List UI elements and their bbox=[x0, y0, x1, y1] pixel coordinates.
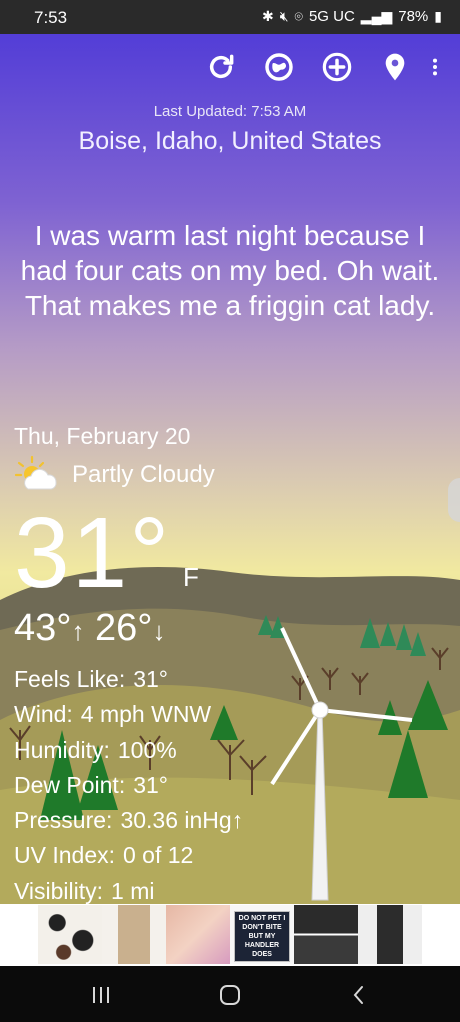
detail-value: 31° bbox=[133, 771, 168, 798]
location-pin-icon bbox=[385, 53, 405, 81]
more-options-button[interactable] bbox=[424, 46, 446, 88]
condition-row: Partly Cloudy bbox=[14, 455, 215, 495]
weather-details: Feels Like: 31° Wind: 4 mph WNW Humidity: 1… bbox=[14, 662, 243, 909]
last-updated: Last Updated: 7:53 AM bbox=[153, 103, 307, 120]
side-panel-handle[interactable] bbox=[448, 478, 460, 522]
battery-label: 78% bbox=[398, 8, 429, 25]
recents-icon[interactable] bbox=[90, 984, 112, 1006]
detail-value: 31° bbox=[133, 666, 168, 692]
ad-image-tool[interactable] bbox=[166, 905, 230, 964]
detail-label: UV Index: bbox=[14, 842, 115, 869]
weather-screen: 7:53 ✱ 🔇︎ ⌾ 5G UC ▂▄▆ 78% ▮ Last Updated… bbox=[0, 0, 460, 1022]
high-temp: 43° bbox=[14, 607, 72, 649]
bluetooth-icon: ✱ bbox=[261, 8, 274, 24]
weather-quote: I was warm last night because I had four… bbox=[20, 220, 440, 321]
refresh-icon bbox=[209, 54, 234, 79]
navigation-bar bbox=[0, 966, 460, 1022]
back-icon[interactable] bbox=[350, 984, 368, 1006]
status-bar: 7:53 ✱ 🔇︎ ⌾ 5G UC ▂▄▆ 78% ▮ bbox=[0, 0, 460, 34]
toolbar bbox=[192, 46, 446, 88]
ad-image-cow-print[interactable] bbox=[38, 905, 102, 964]
detail-value: 0 of 12 bbox=[123, 842, 194, 869]
home-icon[interactable] bbox=[218, 984, 242, 1006]
add-location-button[interactable] bbox=[308, 46, 366, 88]
detail-label: Visibility: bbox=[14, 877, 104, 904]
detail-humidity: Humidity: 100% bbox=[14, 733, 243, 768]
ad-banner[interactable]: DO NOT PET I DON'T BITE BUT MY HANDLER D… bbox=[38, 905, 422, 964]
detail-value: 100% bbox=[117, 736, 177, 763]
ad-patch-text: DO NOT PET I DON'T BITE BUT MY HANDLER D… bbox=[234, 911, 290, 962]
detail-label: Dew Point: bbox=[14, 771, 126, 798]
detail-label: Wind: bbox=[14, 701, 73, 728]
ad-image-patch[interactable]: DO NOT PET I DON'T BITE BUT MY HANDLER D… bbox=[230, 905, 294, 964]
detail-value: 4 mph WNW bbox=[80, 701, 212, 728]
more-icon bbox=[432, 58, 438, 76]
radar-icon bbox=[265, 53, 293, 81]
location-name[interactable]: Boise, Idaho, United States bbox=[0, 127, 460, 156]
temperature-unit[interactable]: F bbox=[183, 562, 199, 593]
detail-value: 30.36 inHg↑ bbox=[120, 807, 244, 834]
network-label: 5G UC bbox=[308, 8, 355, 25]
mute-icon: 🔇︎ bbox=[279, 8, 289, 24]
detail-label: Pressure: bbox=[14, 807, 113, 834]
detail-uv-index: UV Index: 0 of 12 bbox=[14, 838, 243, 873]
refresh-button[interactable] bbox=[192, 46, 250, 88]
status-icons: ✱ 🔇︎ ⌾ 5G UC ▂▄▆ 78% ▮ bbox=[262, 8, 442, 25]
detail-label: Humidity: bbox=[14, 736, 110, 763]
partly-cloudy-icon bbox=[14, 455, 57, 490]
status-time: 7:53 bbox=[34, 8, 68, 27]
detail-dew-point: Dew Point: 31° bbox=[14, 768, 243, 803]
high-arrow-icon: ↑ bbox=[71, 616, 85, 646]
detail-value: 1 mi bbox=[111, 877, 155, 904]
low-temp: 26° bbox=[95, 607, 153, 649]
detail-feels-like: Feels Like: 31° bbox=[14, 662, 243, 697]
detail-label: Feels Like: bbox=[14, 666, 126, 692]
low-arrow-icon: ↓ bbox=[152, 616, 166, 646]
high-low-temps: 43°↑ 26°↓ bbox=[14, 606, 166, 653]
signal-icon: ▂▄▆ bbox=[360, 8, 393, 24]
ad-image-coat[interactable] bbox=[102, 905, 166, 964]
current-date: Thu, February 20 bbox=[14, 423, 191, 449]
location-pin-button[interactable] bbox=[366, 46, 424, 88]
add-location-icon bbox=[322, 52, 352, 82]
battery-icon: ▮ bbox=[434, 8, 442, 24]
radar-button[interactable] bbox=[250, 46, 308, 88]
ad-image-dress[interactable] bbox=[358, 905, 422, 964]
condition-text: Partly Cloudy bbox=[72, 461, 215, 488]
detail-pressure: Pressure: 30.36 inHg↑ bbox=[14, 803, 243, 838]
current-temperature: 31° bbox=[14, 497, 172, 609]
ad-image-flags[interactable] bbox=[294, 905, 358, 964]
detail-wind: Wind: 4 mph WNW bbox=[14, 697, 243, 732]
location-icon: ⌾ bbox=[294, 8, 303, 24]
